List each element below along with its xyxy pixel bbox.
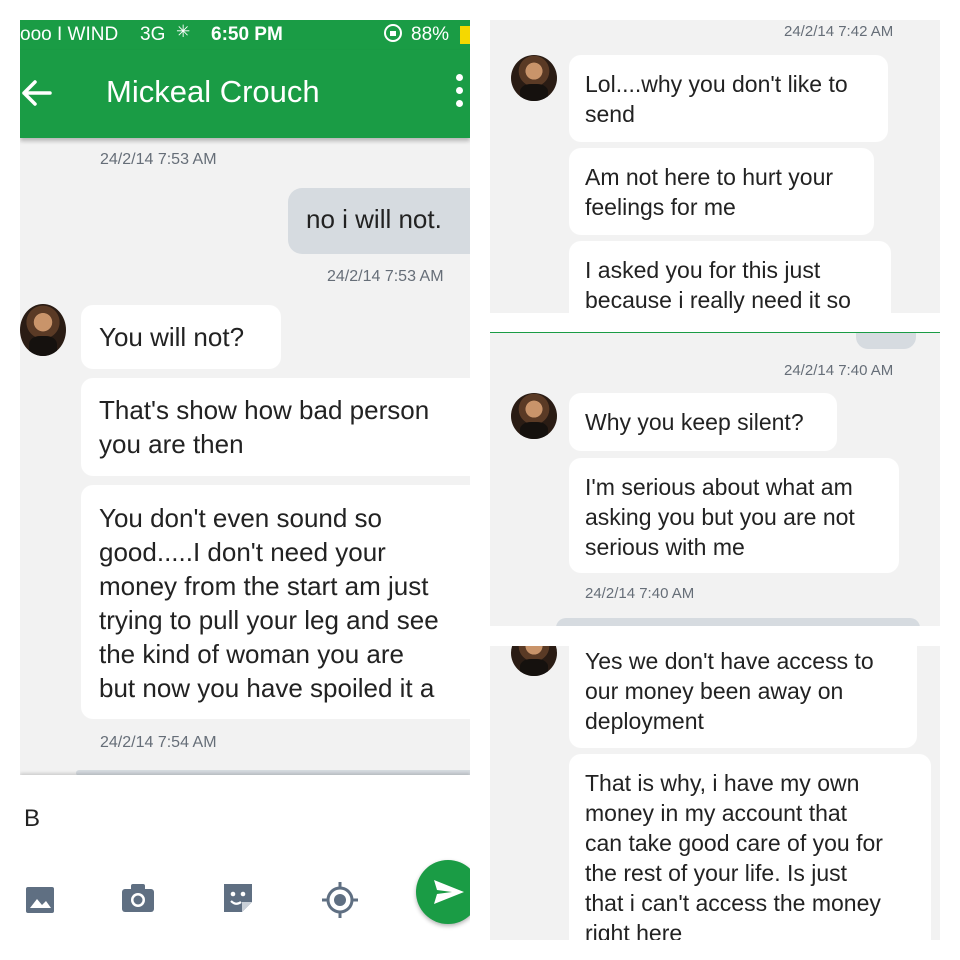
sticker-icon[interactable] bbox=[220, 880, 260, 920]
received-message[interactable]: That's show how bad person you are then bbox=[81, 378, 470, 476]
message-text: You don't even sound so good.....I don't… bbox=[99, 503, 439, 703]
received-message[interactable]: I asked you for this just because i real… bbox=[569, 241, 891, 313]
message-timestamp: 24/2/14 7:40 AM bbox=[585, 585, 695, 602]
message-text: That is why, i have my own money in my a… bbox=[585, 770, 883, 940]
message-text: You will not? bbox=[99, 322, 245, 352]
contact-avatar[interactable] bbox=[20, 304, 66, 356]
partial-bubble bbox=[856, 333, 916, 349]
message-text: Am not here to hurt your feelings for me bbox=[585, 164, 834, 220]
left-screenshot: ooo I WIND 3G ✳ 6:50 PM 88% Mickeal Crou… bbox=[20, 20, 470, 940]
partial-bubble bbox=[556, 618, 920, 626]
network-label: 3G bbox=[140, 24, 166, 45]
battery-percent: 88% bbox=[411, 24, 450, 45]
clock: 6:50 PM bbox=[211, 24, 283, 45]
back-button[interactable] bbox=[20, 68, 56, 118]
contact-avatar[interactable] bbox=[511, 55, 557, 101]
rotation-lock-icon bbox=[383, 23, 403, 49]
back-arrow-icon bbox=[22, 80, 52, 106]
message-text: Yes we don't have access to our money be… bbox=[585, 648, 874, 734]
message-timestamp: 24/2/14 7:53 AM bbox=[100, 151, 217, 168]
received-message[interactable]: Lol....why you don't like to send bbox=[569, 55, 888, 142]
message-timestamp: 24/2/14 7:40 AM bbox=[784, 362, 894, 379]
battery-icon bbox=[460, 26, 470, 44]
loading-spinner-icon: ✳ bbox=[176, 22, 191, 41]
right-screenshot-middle: 24/2/14 7:40 AM Why you keep silent? I'm… bbox=[490, 333, 940, 626]
message-text: I'm serious about what am asking you but… bbox=[585, 474, 855, 560]
sent-message[interactable]: no i will not. bbox=[288, 188, 470, 254]
status-bar: ooo I WIND 3G ✳ 6:50 PM 88% bbox=[20, 20, 470, 50]
right-screenshot-bottom: Yes we don't have access to our money be… bbox=[490, 646, 940, 940]
received-message[interactable]: You don't even sound so good.....I don't… bbox=[81, 485, 470, 719]
camera-icon[interactable] bbox=[120, 880, 160, 920]
message-text: Why you keep silent? bbox=[585, 409, 804, 435]
send-icon bbox=[434, 880, 464, 904]
message-text: I asked you for this just because i real… bbox=[585, 257, 851, 313]
message-input[interactable]: B bbox=[24, 805, 40, 833]
received-message[interactable]: Am not here to hurt your feelings for me bbox=[569, 148, 874, 235]
conversation-title: Mickeal Crouch bbox=[106, 74, 320, 109]
message-timestamp: 24/2/14 7:53 AM bbox=[327, 268, 444, 285]
message-text: That's show how bad person you are then bbox=[99, 395, 430, 459]
location-icon[interactable] bbox=[320, 880, 360, 920]
right-screenshot-top: 24/2/14 7:42 AM Lol....why you don't lik… bbox=[490, 20, 940, 313]
received-message[interactable]: That is why, i have my own money in my a… bbox=[569, 754, 931, 940]
send-button[interactable] bbox=[416, 860, 470, 924]
received-message[interactable]: Why you keep silent? bbox=[569, 393, 837, 451]
received-message[interactable]: Yes we don't have access to our money be… bbox=[569, 646, 917, 748]
received-message[interactable]: You will not? bbox=[81, 305, 281, 369]
contact-avatar[interactable] bbox=[511, 646, 557, 676]
sent-message-text: no i will not. bbox=[306, 204, 442, 234]
message-timestamp: 24/2/14 7:54 AM bbox=[100, 734, 217, 751]
carrier-label: ooo I WIND bbox=[20, 24, 119, 45]
message-timestamp: 24/2/14 7:42 AM bbox=[784, 23, 894, 40]
message-text: Lol....why you don't like to send bbox=[585, 71, 848, 127]
image-icon[interactable] bbox=[24, 880, 64, 920]
overflow-menu-icon[interactable] bbox=[452, 74, 466, 110]
message-composer: B bbox=[20, 775, 470, 940]
contact-avatar[interactable] bbox=[511, 393, 557, 439]
app-bar: Mickeal Crouch bbox=[20, 50, 470, 138]
received-message[interactable]: I'm serious about what am asking you but… bbox=[569, 458, 899, 573]
